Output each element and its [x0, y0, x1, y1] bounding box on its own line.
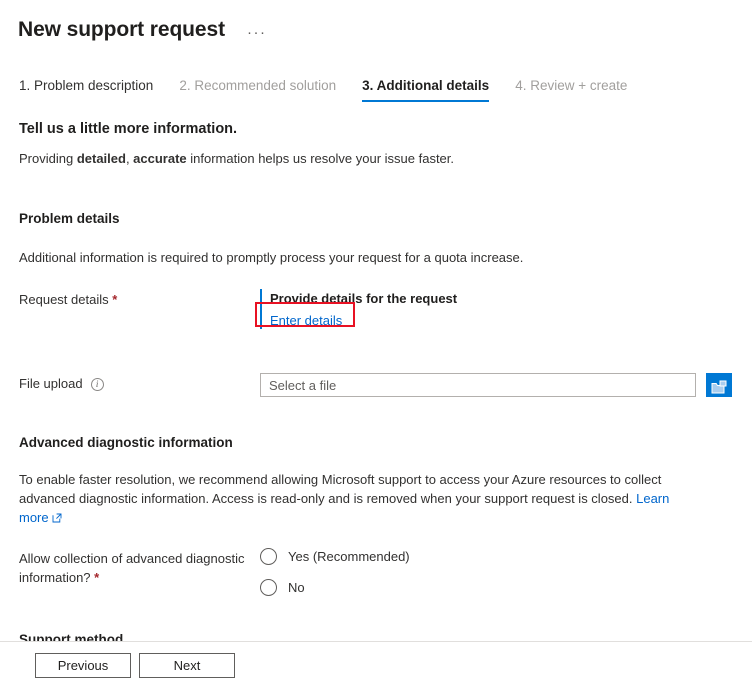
radio-option-no[interactable]: No	[260, 579, 752, 596]
wizard-footer: Previous Next	[0, 642, 752, 688]
wizard-tabs: 1. Problem description 2. Recommended so…	[0, 78, 752, 108]
request-details-block: Provide details for the request Enter de…	[260, 289, 752, 330]
file-upload-label: File upload i	[19, 373, 260, 393]
radio-option-yes[interactable]: Yes (Recommended)	[260, 548, 752, 565]
intro-sub-bold-detailed: detailed	[76, 151, 126, 166]
page-header: New support request ···	[0, 0, 752, 60]
advanced-diagnostics-description: To enable faster resolution, we recommen…	[0, 470, 752, 528]
info-icon[interactable]: i	[90, 378, 104, 391]
previous-button[interactable]: Previous	[35, 652, 131, 678]
page-title: New support request	[18, 18, 225, 41]
file-upload-row: File upload i	[0, 373, 752, 397]
request-details-row: Request details * Provide details for th…	[0, 289, 752, 330]
problem-details-section: Problem details Additional information i…	[0, 210, 752, 330]
request-details-label-text: Request details	[19, 292, 109, 307]
radio-no-circle[interactable]	[260, 579, 277, 596]
request-details-field: Provide details for the request Enter de…	[260, 289, 752, 330]
file-path-input[interactable]	[260, 373, 696, 397]
browse-file-button[interactable]	[706, 373, 733, 397]
tab-additional-details[interactable]: 3. Additional details	[362, 78, 490, 102]
advanced-diagnostics-heading: Advanced diagnostic information	[19, 435, 233, 450]
tab-problem-description[interactable]: 1. Problem description	[19, 78, 153, 102]
advanced-diagnostics-section: Advanced diagnostic information To enabl…	[0, 434, 752, 596]
problem-details-heading: Problem details	[19, 211, 120, 226]
diagnostics-consent-label: Allow collection of advanced diagnostic i…	[19, 548, 260, 587]
tab-recommended-solution[interactable]: 2. Recommended solution	[179, 78, 336, 102]
main-content: Tell us a little more information. Provi…	[0, 118, 752, 649]
file-upload-label-text: File upload	[19, 376, 83, 391]
intro-sub-suffix: information helps us resolve your issue …	[186, 151, 455, 166]
required-asterisk: *	[112, 292, 118, 307]
file-upload-field	[260, 373, 752, 397]
next-button[interactable]: Next	[139, 652, 235, 678]
intro-subtitle: Providing detailed, accurate information…	[0, 150, 752, 168]
more-options-icon[interactable]: ···	[247, 25, 267, 40]
intro-sub-bold-accurate: accurate	[133, 151, 187, 166]
request-details-label: Request details *	[19, 289, 260, 309]
advanced-diagnostics-description-text: To enable faster resolution, we recommen…	[19, 472, 662, 506]
folder-icon	[706, 380, 732, 395]
radio-yes-circle[interactable]	[260, 548, 277, 565]
problem-details-description: Additional information is required to pr…	[19, 250, 524, 265]
provide-details-title: Provide details for the request	[270, 291, 458, 306]
required-asterisk-diagnostics: *	[94, 570, 100, 585]
support-request-page: New support request ··· 1. Problem descr…	[0, 0, 752, 688]
external-link-icon[interactable]	[52, 511, 62, 526]
diagnostics-question-line2: information?	[19, 570, 91, 585]
tab-review-create[interactable]: 4. Review + create	[515, 78, 627, 102]
intro-sub-prefix: Providing	[19, 151, 77, 166]
diagnostics-consent-row: Allow collection of advanced diagnostic i…	[0, 548, 752, 596]
enter-details-link[interactable]: Enter details	[270, 311, 342, 330]
diagnostics-question-line1: Allow collection of advanced diagnostic	[19, 551, 245, 566]
radio-yes-label[interactable]: Yes (Recommended)	[288, 548, 410, 565]
radio-no-label[interactable]: No	[288, 579, 305, 596]
intro-title: Tell us a little more information.	[19, 121, 238, 137]
diagnostics-radio-group: Yes (Recommended) No	[260, 548, 752, 596]
